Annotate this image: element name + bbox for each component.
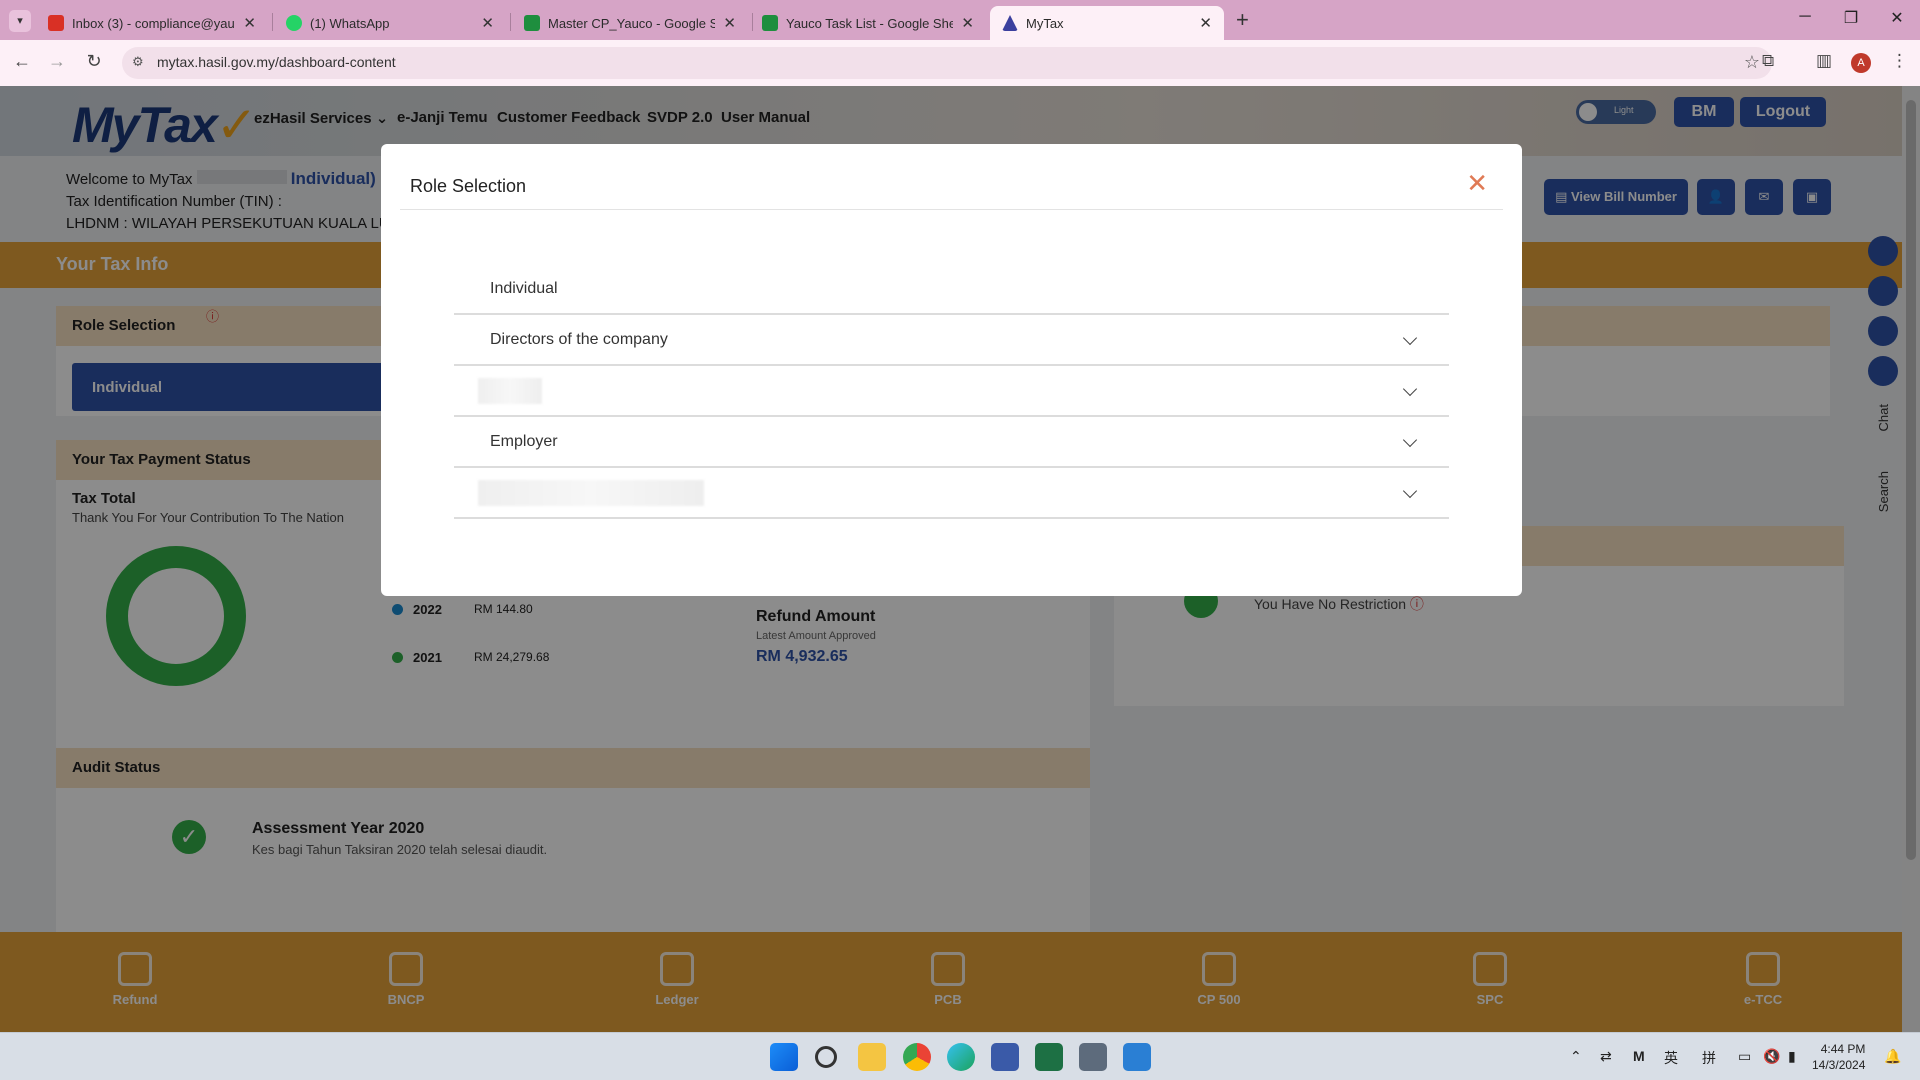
tray-chevron-icon[interactable]: ⌃ bbox=[1570, 1048, 1582, 1065]
chrome-icon[interactable] bbox=[903, 1043, 931, 1071]
redacted-label bbox=[478, 378, 542, 404]
edge-icon[interactable] bbox=[947, 1043, 975, 1071]
back-icon[interactable]: ← bbox=[10, 51, 34, 72]
browser-tab-bar: ▾ Inbox (3) - compliance@yauco ✕ (1) Wha… bbox=[0, 0, 1920, 40]
tab-separator bbox=[272, 13, 273, 31]
close-tab-icon[interactable]: ✕ bbox=[961, 14, 974, 32]
address-bar-row: ← → ↻ ⚙ mytax.hasil.gov.my/dashboard-con… bbox=[0, 40, 1920, 86]
close-tab-icon[interactable]: ✕ bbox=[243, 14, 256, 32]
forward-icon[interactable]: → bbox=[45, 51, 69, 72]
new-tab-icon[interactable]: + bbox=[1236, 7, 1249, 33]
sidepanel-icon[interactable]: ▥ bbox=[1816, 51, 1832, 71]
volume-muted-icon[interactable]: 🔇 bbox=[1763, 1048, 1780, 1065]
profile-avatar[interactable]: A bbox=[1851, 53, 1871, 73]
role-option-individual[interactable]: Individual bbox=[454, 264, 1449, 315]
close-tab-icon[interactable]: ✕ bbox=[1199, 14, 1212, 32]
role-option-redacted[interactable] bbox=[454, 468, 1449, 519]
tab-mytax[interactable]: MyTax ✕ bbox=[990, 6, 1224, 40]
tab-gmail[interactable]: Inbox (3) - compliance@yauco ✕ bbox=[36, 6, 268, 40]
role-option-directors[interactable]: Directors of the company bbox=[454, 315, 1449, 366]
minimize-icon[interactable]: ─ bbox=[1790, 8, 1820, 26]
role-option-redacted[interactable] bbox=[454, 366, 1449, 417]
taskbar-clock[interactable]: 4:44 PM 14/3/2024 bbox=[1812, 1041, 1865, 1073]
tab-separator bbox=[510, 13, 511, 31]
chevron-down-icon bbox=[1402, 330, 1418, 346]
modal-divider bbox=[400, 209, 1503, 210]
tab-master-sheet[interactable]: Master CP_Yauco - Google She ✕ bbox=[512, 6, 748, 40]
mytax-icon bbox=[1002, 15, 1018, 31]
site-info-icon[interactable]: ⚙ bbox=[132, 54, 144, 70]
chevron-down-icon bbox=[1402, 432, 1418, 448]
windows-taskbar: ⌃ ⇄ M 英 拼 ▭ 🔇 ▮ 4:44 PM 14/3/2024 🔔 bbox=[0, 1032, 1920, 1080]
search-icon[interactable] bbox=[815, 1046, 837, 1068]
notification-bell-icon[interactable]: 🔔 bbox=[1884, 1048, 1901, 1065]
excel-icon[interactable] bbox=[1035, 1043, 1063, 1071]
bookmark-star-icon[interactable]: ☆ bbox=[1744, 52, 1760, 73]
whatsapp-icon bbox=[286, 15, 302, 31]
close-tab-icon[interactable]: ✕ bbox=[481, 14, 494, 32]
file-explorer-icon[interactable] bbox=[858, 1043, 886, 1071]
tab-search-icon[interactable]: ▾ bbox=[9, 10, 31, 32]
chevron-down-icon bbox=[1402, 483, 1418, 499]
calculator-icon[interactable] bbox=[1079, 1043, 1107, 1071]
browser-menu-icon[interactable]: ⋮ bbox=[1891, 51, 1908, 71]
sheets-icon bbox=[524, 15, 540, 31]
close-icon[interactable]: ✕ bbox=[1466, 170, 1488, 196]
url-text[interactable]: mytax.hasil.gov.my/dashboard-content bbox=[157, 54, 396, 70]
extensions-icon[interactable]: ⧉ bbox=[1762, 51, 1774, 71]
modal-title: Role Selection bbox=[410, 176, 527, 196]
tray-app-icon[interactable]: M bbox=[1633, 1048, 1645, 1064]
window-app-icon[interactable] bbox=[1123, 1043, 1151, 1071]
windows-start-icon[interactable] bbox=[770, 1043, 798, 1071]
close-tab-icon[interactable]: ✕ bbox=[723, 14, 736, 32]
tab-task-list[interactable]: Yauco Task List - Google Sheets ✕ bbox=[750, 6, 986, 40]
close-window-icon[interactable]: ✕ bbox=[1882, 8, 1912, 28]
redacted-label bbox=[478, 480, 704, 506]
role-list: Individual Directors of the company Empl… bbox=[454, 264, 1449, 519]
omnibox[interactable]: ⚙ mytax.hasil.gov.my/dashboard-content ☆ bbox=[122, 47, 1772, 79]
sheets-icon bbox=[762, 15, 778, 31]
role-option-employer[interactable]: Employer bbox=[454, 417, 1449, 468]
reload-icon[interactable]: ↻ bbox=[82, 51, 106, 72]
ime-indicator[interactable]: 英 bbox=[1664, 1048, 1678, 1068]
restore-icon[interactable]: ❐ bbox=[1836, 8, 1866, 28]
role-selection-modal: Role Selection ✕ Individual Directors of… bbox=[381, 144, 1522, 596]
display-icon[interactable]: ▭ bbox=[1738, 1048, 1751, 1065]
ime-mode-indicator[interactable]: 拼 bbox=[1702, 1048, 1716, 1068]
app-icon[interactable] bbox=[991, 1043, 1019, 1071]
battery-icon[interactable]: ▮ bbox=[1788, 1048, 1796, 1065]
gmail-icon bbox=[48, 15, 64, 31]
network-icon[interactable]: ⇄ bbox=[1600, 1048, 1612, 1065]
tab-whatsapp[interactable]: (1) WhatsApp ✕ bbox=[274, 6, 506, 40]
chevron-down-icon bbox=[1402, 381, 1418, 397]
